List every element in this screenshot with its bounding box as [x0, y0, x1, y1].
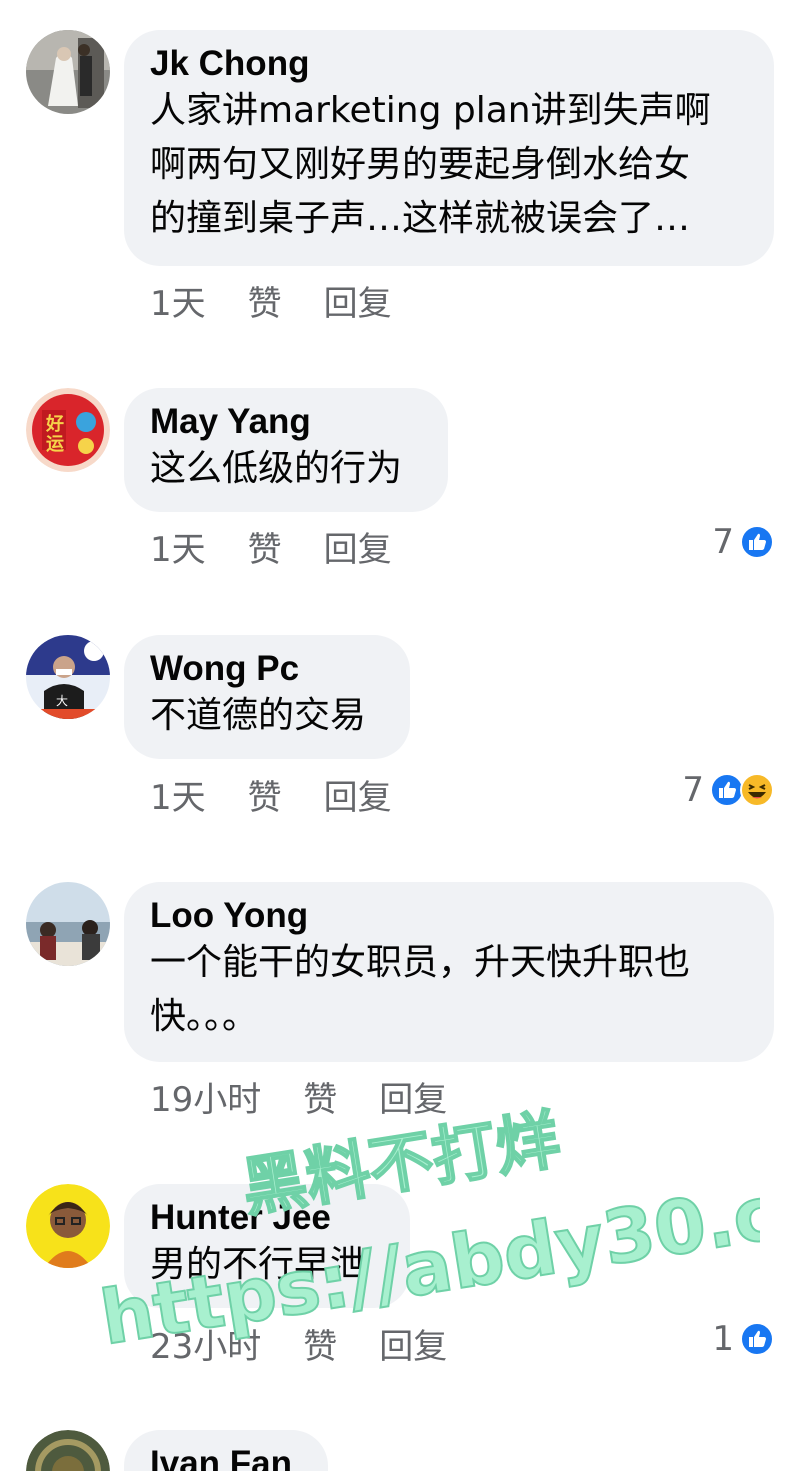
comment-meta: 1天 赞 回复: [150, 284, 434, 324]
comment-text-line: 男的不行早泄: [150, 1244, 367, 1285]
comment-author[interactable]: May Yang: [150, 402, 422, 442]
avatar[interactable]: [26, 30, 110, 114]
comment-meta: 19小时 赞 回复: [150, 1080, 489, 1120]
comment-author[interactable]: Wong Pc: [150, 649, 384, 689]
comment-author[interactable]: Loo Yong: [150, 896, 748, 936]
comment-timestamp: 19小时: [150, 1080, 262, 1120]
comment-text-line: 这么低级的行为: [150, 448, 403, 489]
reaction-summary[interactable]: 1: [712, 1319, 774, 1359]
like-icon: [740, 525, 774, 559]
reaction-summary[interactable]: 7: [682, 770, 774, 810]
reaction-count: 7: [712, 522, 734, 562]
like-button[interactable]: 赞: [248, 284, 282, 324]
reaction-summary[interactable]: 7: [712, 522, 774, 562]
comment-text-line: 的撞到桌子声…这样就被误会了…: [150, 198, 691, 239]
like-button[interactable]: 赞: [248, 778, 282, 818]
reply-button[interactable]: 回复: [324, 778, 392, 818]
reply-button[interactable]: 回复: [324, 284, 392, 324]
comment-timestamp: 1天: [150, 284, 206, 324]
comment-author[interactable]: Jk Chong: [150, 44, 748, 84]
reaction-count: 1: [712, 1319, 734, 1359]
comment-bubble: Jk Chong 人家讲marketing plan讲到失声啊 啊两句又刚好男的…: [124, 30, 774, 266]
reply-button[interactable]: 回复: [324, 530, 392, 570]
comment-meta: 1天 赞 回复: [150, 530, 434, 570]
comment-bubble: Ivan Fan: [124, 1430, 328, 1471]
svg-text:好: 好: [45, 413, 64, 435]
like-button[interactable]: 赞: [248, 530, 282, 570]
comment-text-line: 一个能干的女职员，升天快升职也: [150, 942, 691, 983]
avatar[interactable]: 好 运: [26, 388, 110, 472]
like-icon: [740, 1322, 774, 1356]
avatar[interactable]: [26, 1430, 110, 1471]
comment-feed: Jk Chong 人家讲marketing plan讲到失声啊 啊两句又刚好男的…: [0, 0, 800, 1471]
haha-icon: [740, 773, 774, 807]
comment-timestamp: 1天: [150, 530, 206, 570]
like-icon: [710, 773, 744, 807]
comment-timestamp: 1天: [150, 778, 206, 818]
comment-meta: 23小时 赞 回复: [150, 1327, 489, 1367]
comment-author[interactable]: Ivan Fan: [150, 1444, 302, 1471]
comment-meta: 1天 赞 回复: [150, 778, 434, 818]
comment-bubble: Loo Yong 一个能干的女职员，升天快升职也 快。。。: [124, 882, 774, 1062]
comment-bubble: Wong Pc 不道德的交易: [124, 635, 410, 759]
reaction-count: 7: [682, 770, 704, 810]
reply-button[interactable]: 回复: [379, 1080, 447, 1120]
comment-bubble: Hunter Jee 男的不行早泄: [124, 1184, 410, 1308]
like-button[interactable]: 赞: [303, 1080, 337, 1120]
comment-text-line: 人家讲marketing plan讲到失声啊: [150, 90, 711, 131]
comment-text-line: 快。。。: [150, 996, 259, 1037]
svg-text:运: 运: [46, 434, 64, 455]
like-button[interactable]: 赞: [303, 1327, 337, 1367]
comment-text-line: 不道德的交易: [150, 695, 367, 736]
comment-timestamp: 23小时: [150, 1327, 262, 1367]
reply-button[interactable]: 回复: [379, 1327, 447, 1367]
comment-bubble: May Yang 这么低级的行为: [124, 388, 448, 512]
avatar[interactable]: 大: [26, 635, 110, 719]
avatar[interactable]: [26, 1184, 110, 1268]
comment-author[interactable]: Hunter Jee: [150, 1198, 384, 1238]
comment-text-line: 啊两句又刚好男的要起身倒水给女: [150, 144, 691, 185]
avatar[interactable]: [26, 882, 110, 966]
svg-text:大: 大: [56, 694, 68, 708]
